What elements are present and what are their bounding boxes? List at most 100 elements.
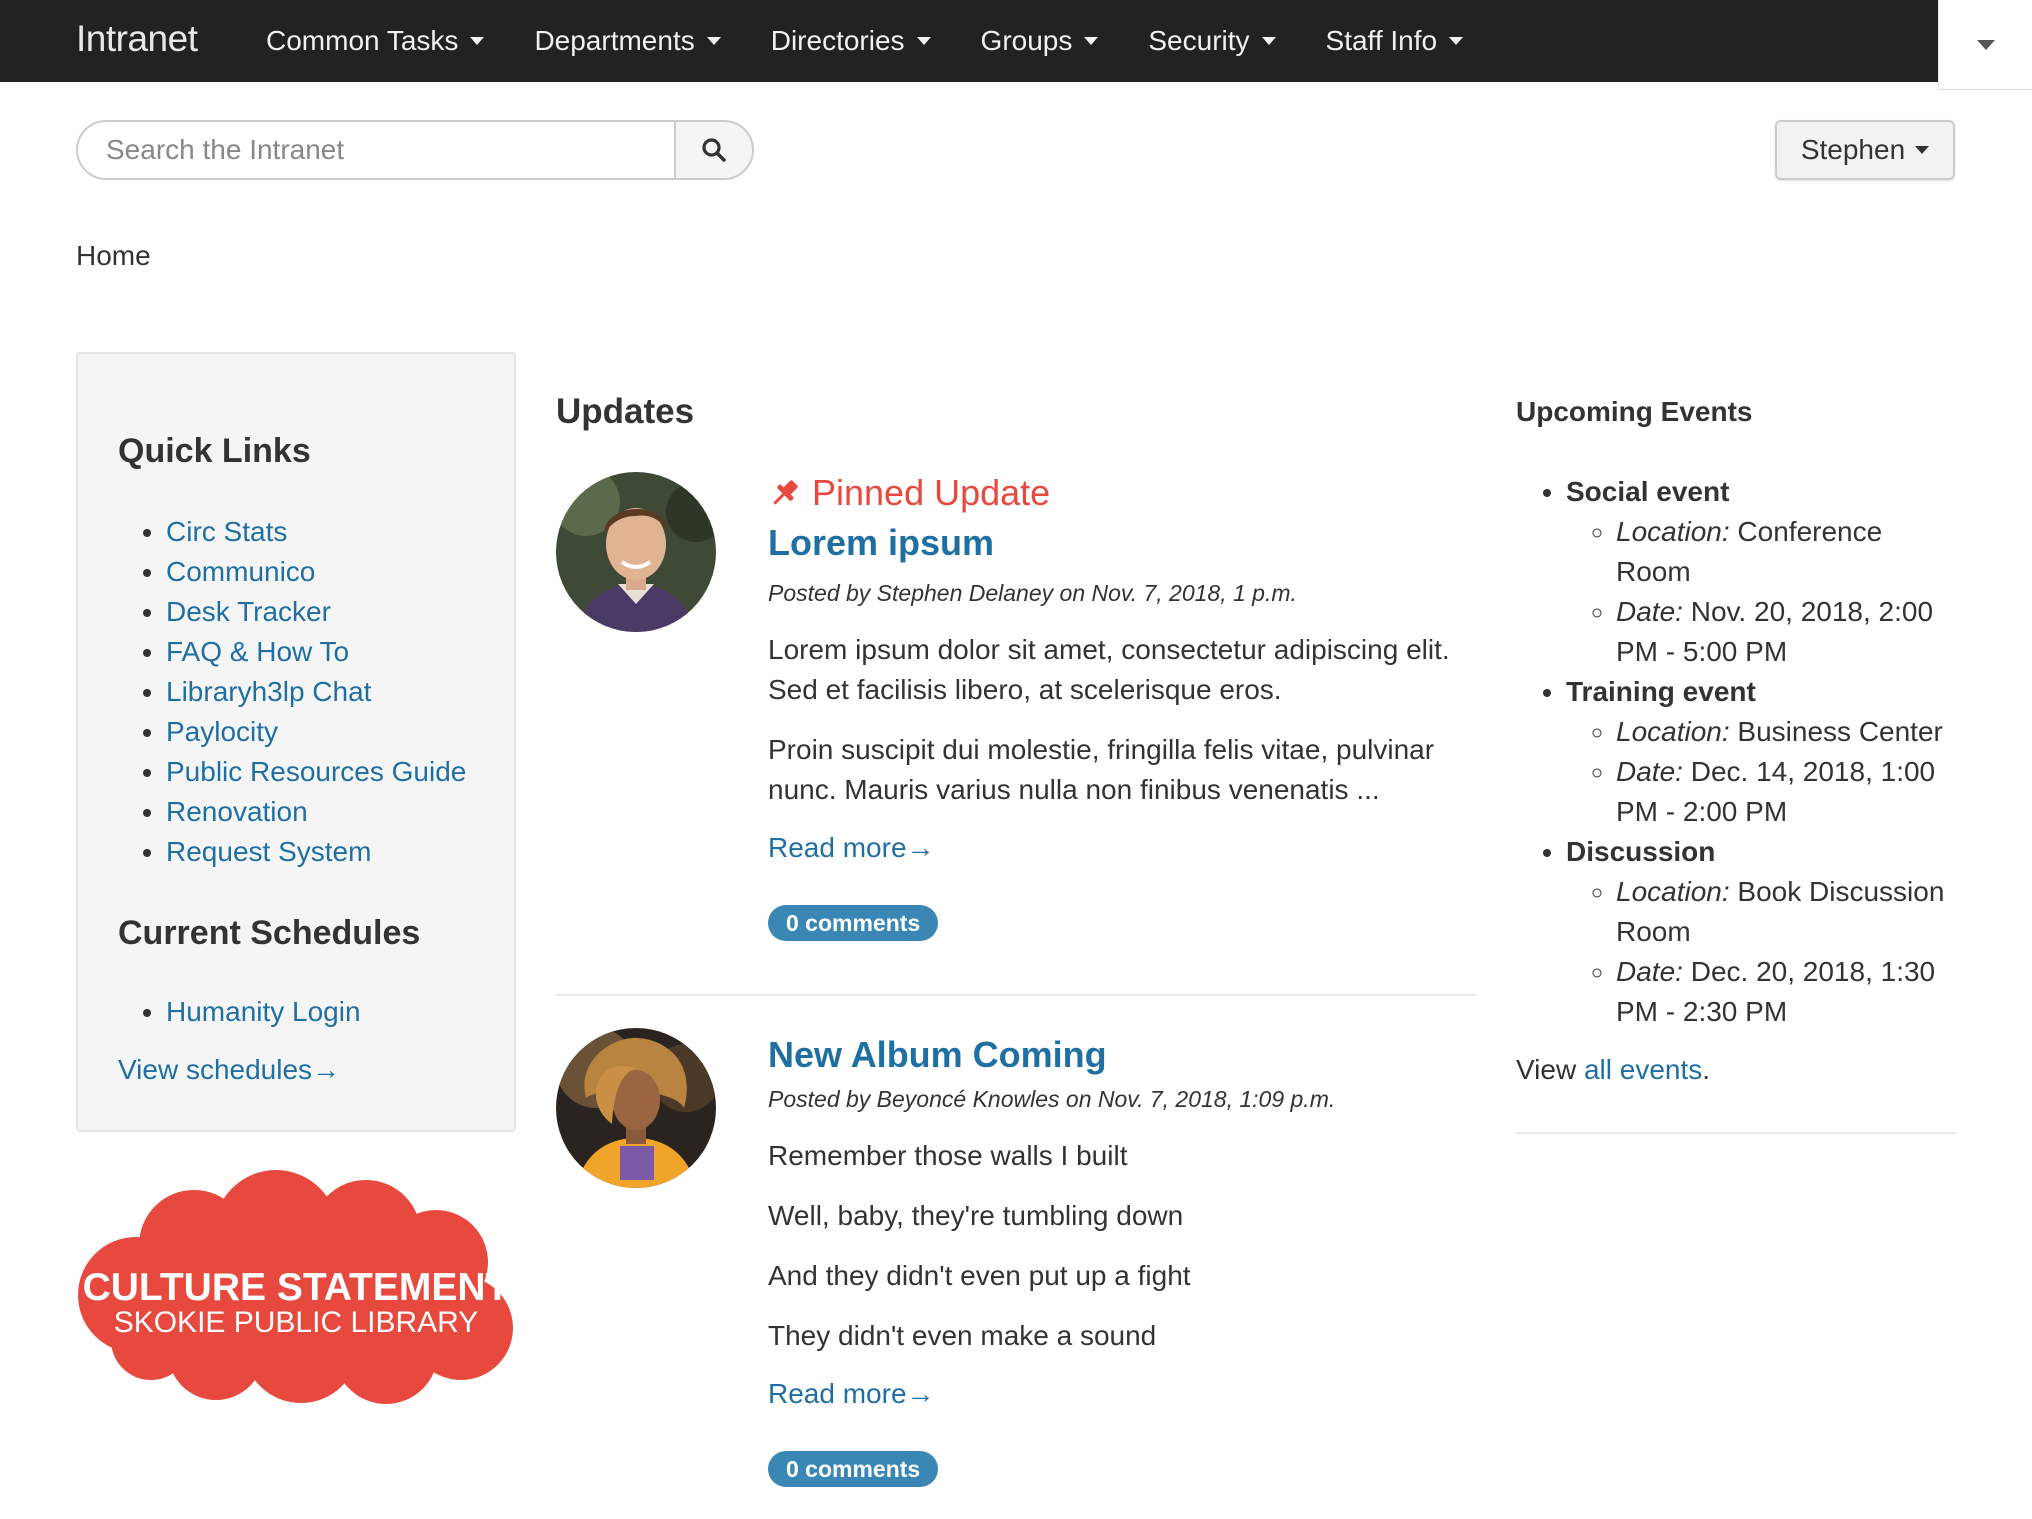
quick-link-renovation[interactable]: Renovation bbox=[166, 796, 308, 827]
logo-line-1: CULTURE STATEMENT bbox=[83, 1266, 510, 1309]
view-all-prefix: View bbox=[1516, 1054, 1577, 1085]
caret-down-icon bbox=[1449, 37, 1464, 45]
post-title-link[interactable]: Lorem ipsum bbox=[768, 522, 994, 564]
list-item: Humanity Login bbox=[166, 992, 361, 1032]
nav-item-groups[interactable]: Groups bbox=[981, 25, 1099, 57]
user-menu-button[interactable]: Stephen bbox=[1775, 120, 1955, 180]
pushpin-icon bbox=[773, 480, 798, 505]
logo-line-2: SKOKIE PUBLIC LIBRARY bbox=[114, 1306, 479, 1339]
schedule-link-humanity-login[interactable]: Humanity Login bbox=[166, 996, 361, 1027]
post-paragraph: And they didn't even put up a fight bbox=[768, 1260, 1191, 1291]
caret-down-icon bbox=[706, 37, 721, 45]
quick-link-faq[interactable]: FAQ & How To bbox=[166, 636, 349, 667]
author-photo-stephen bbox=[556, 472, 716, 632]
nav-item-label: Security bbox=[1148, 25, 1250, 56]
quick-link-communico[interactable]: Communico bbox=[166, 556, 315, 587]
date-label: Date: bbox=[1616, 956, 1683, 987]
pinned-label-text: Pinned Update bbox=[812, 472, 1051, 513]
sidebar-panel: Quick Links Circ Stats Communico Desk Tr… bbox=[76, 352, 516, 1132]
event-item: Training event Location: Business Center… bbox=[1566, 672, 1956, 832]
nav-item-departments[interactable]: Departments bbox=[534, 25, 721, 57]
event-name: Social event bbox=[1566, 476, 1730, 507]
event-location: Location: Business Center bbox=[1616, 712, 1956, 752]
top-navbar: Intranet Common Tasks Departments Direct… bbox=[0, 0, 1938, 82]
search-form bbox=[76, 120, 754, 180]
view-schedules-link[interactable]: View schedules→ bbox=[118, 1054, 340, 1086]
date-label: Date: bbox=[1616, 756, 1683, 787]
read-more-link[interactable]: Read more→ bbox=[768, 832, 935, 864]
list-item: Libraryh3lp Chat bbox=[166, 672, 466, 712]
pinned-update-label: Pinned Update bbox=[768, 472, 1050, 514]
schedules-list: Humanity Login bbox=[118, 992, 361, 1032]
nav-item-label: Common Tasks bbox=[266, 25, 459, 56]
updates-heading: Updates bbox=[556, 392, 695, 431]
caret-down-icon bbox=[916, 37, 931, 45]
view-all-suffix: . bbox=[1702, 1054, 1711, 1085]
brand-link[interactable]: Intranet bbox=[76, 18, 198, 60]
quick-link-desk-tracker[interactable]: Desk Tracker bbox=[166, 596, 331, 627]
quick-link-circ-stats[interactable]: Circ Stats bbox=[166, 516, 287, 547]
avatar bbox=[556, 472, 716, 632]
list-item: FAQ & How To bbox=[166, 632, 466, 672]
events-divider bbox=[1516, 1132, 1956, 1134]
event-details: Location: Conference Room Date: Nov. 20,… bbox=[1566, 512, 1956, 672]
list-item: Request System bbox=[166, 832, 466, 872]
quick-link-public-resources-guide[interactable]: Public Resources Guide bbox=[166, 756, 466, 787]
list-item: Paylocity bbox=[166, 712, 466, 752]
post-paragraph: They didn't even make a sound bbox=[768, 1320, 1157, 1351]
breadcrumb-home: Home bbox=[76, 240, 151, 271]
post-meta: Posted by Stephen Delaney on Nov. 7, 201… bbox=[768, 580, 1297, 606]
nav-item-directories[interactable]: Directories bbox=[771, 25, 931, 57]
nav-item-security[interactable]: Security bbox=[1148, 25, 1276, 57]
caret-down-icon bbox=[470, 37, 485, 45]
quick-link-paylocity[interactable]: Paylocity bbox=[166, 716, 278, 747]
post-paragraph: Proin suscipit dui molestie, fringilla f… bbox=[768, 734, 1435, 805]
search-input[interactable] bbox=[76, 120, 674, 180]
quick-links-heading: Quick Links bbox=[118, 432, 311, 470]
quick-link-libraryh3lp-chat[interactable]: Libraryh3lp Chat bbox=[166, 676, 371, 707]
list-item: Communico bbox=[166, 552, 466, 592]
location-label: Location: bbox=[1616, 516, 1730, 547]
event-location: Location: Book Discussion Room bbox=[1616, 872, 1956, 952]
read-more-link[interactable]: Read more→ bbox=[768, 1378, 935, 1410]
nav-overflow-toggle[interactable] bbox=[1938, 0, 2032, 90]
caret-down-icon bbox=[1976, 39, 1995, 50]
nav-item-common-tasks[interactable]: Common Tasks bbox=[266, 25, 485, 57]
caret-down-icon bbox=[1084, 37, 1099, 45]
list-item: Desk Tracker bbox=[166, 592, 466, 632]
quick-link-request-system[interactable]: Request System bbox=[166, 836, 371, 867]
post-paragraph: Lorem ipsum dolor sit amet, consectetur … bbox=[768, 634, 1450, 705]
event-item: Social event Location: Conference Room D… bbox=[1566, 472, 1956, 672]
search-icon bbox=[702, 138, 726, 162]
event-name: Discussion bbox=[1566, 836, 1716, 867]
event-location: Location: Conference Room bbox=[1616, 512, 1956, 592]
avatar bbox=[556, 1028, 716, 1188]
comments-badge[interactable]: 0 comments bbox=[768, 1451, 939, 1487]
event-details: Location: Book Discussion Room Date: Dec… bbox=[1566, 872, 1956, 1032]
all-events-link[interactable]: all events bbox=[1584, 1054, 1702, 1085]
list-item: Public Resources Guide bbox=[166, 752, 466, 792]
search-button[interactable] bbox=[674, 120, 754, 180]
post-meta: Posted by Beyoncé Knowles on Nov. 7, 201… bbox=[768, 1086, 1336, 1112]
event-date: Date: Dec. 14, 2018, 1:00 PM - 2:00 PM bbox=[1616, 752, 1956, 832]
post-title-text[interactable]: Lorem ipsum bbox=[768, 522, 994, 563]
date-label: Date: bbox=[1616, 596, 1683, 627]
nav-item-label: Directories bbox=[770, 25, 905, 56]
quick-links-list: Circ Stats Communico Desk Tracker FAQ & … bbox=[118, 512, 466, 872]
post-title-link[interactable]: New Album Coming bbox=[768, 1034, 1107, 1076]
event-date: Date: Nov. 20, 2018, 2:00 PM - 5:00 PM bbox=[1616, 592, 1956, 672]
post-paragraph: Remember those walls I built bbox=[768, 1140, 1128, 1171]
breadcrumb: Home bbox=[76, 240, 151, 272]
event-date: Date: Dec. 20, 2018, 1:30 PM - 2:30 PM bbox=[1616, 952, 1956, 1032]
event-item: Discussion Location: Book Discussion Roo… bbox=[1566, 832, 1956, 1032]
nav-menu: Common Tasks Departments Directories Gro… bbox=[266, 0, 1513, 82]
nav-item-staff-info[interactable]: Staff Info bbox=[1326, 25, 1464, 57]
caret-down-icon bbox=[1915, 146, 1930, 154]
location-label: Location: bbox=[1616, 876, 1730, 907]
comments-badge[interactable]: 0 comments bbox=[768, 905, 939, 941]
post-divider bbox=[556, 994, 1476, 996]
post-title-text[interactable]: New Album Coming bbox=[768, 1034, 1107, 1075]
event-details: Location: Business Center Date: Dec. 14,… bbox=[1566, 712, 1956, 832]
author-photo-beyonce bbox=[556, 1028, 716, 1188]
event-name: Training event bbox=[1566, 676, 1756, 707]
